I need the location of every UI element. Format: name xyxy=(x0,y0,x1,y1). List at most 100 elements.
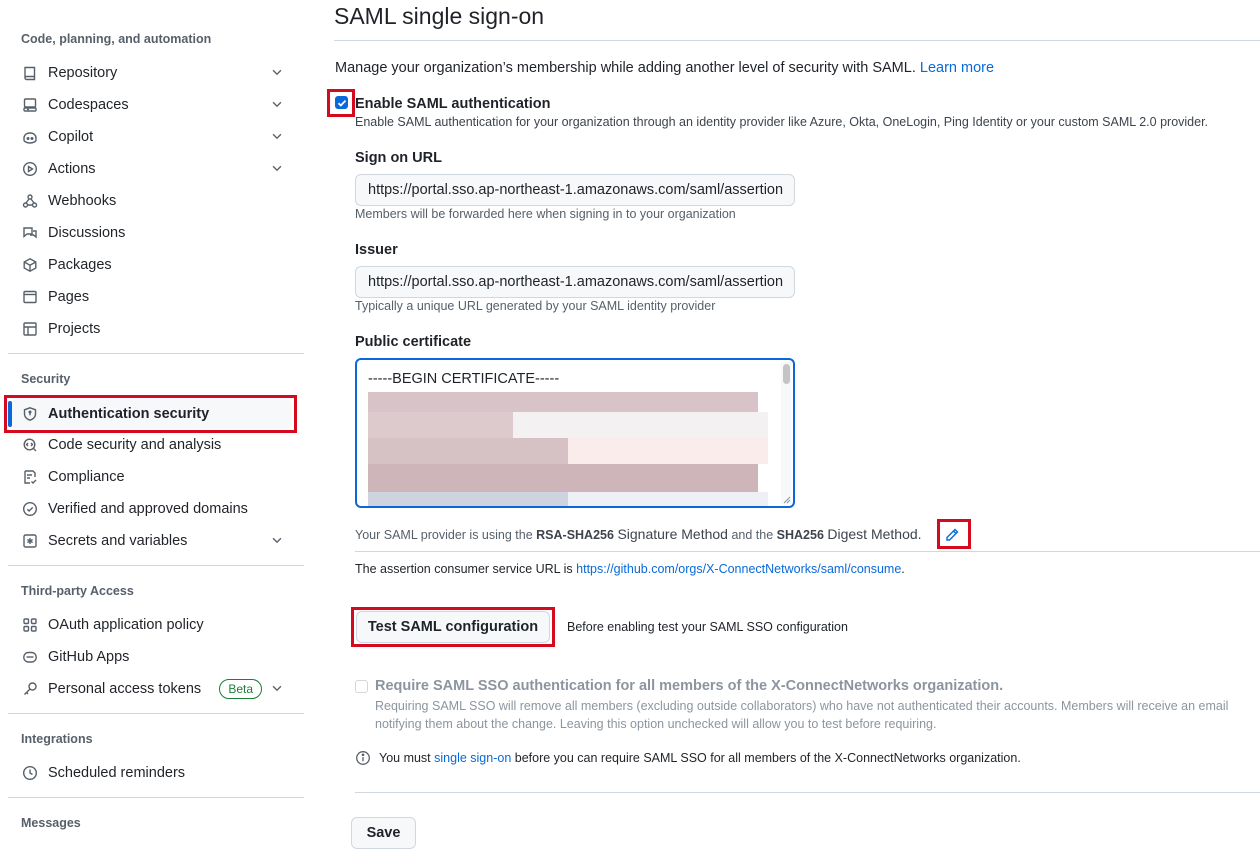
issuer-label: Issuer xyxy=(355,242,398,258)
sidebar-divider xyxy=(8,565,304,566)
sidebar-divider xyxy=(8,353,304,354)
asterisk-icon xyxy=(22,533,38,549)
require-saml-description: Requiring SAML SSO will remove all membe… xyxy=(375,699,1229,731)
sidebar-item-webhooks[interactable]: Webhooks xyxy=(10,186,292,216)
enable-saml-label: Enable SAML authentication xyxy=(355,96,551,112)
sidebar-item-label: GitHub Apps xyxy=(48,649,130,665)
enable-saml-description: Enable SAML authentication for your orga… xyxy=(355,115,1209,129)
sidebar-item-discussions[interactable]: Discussions xyxy=(10,218,292,248)
signature-divider xyxy=(355,551,1260,552)
webhook-icon xyxy=(22,193,38,209)
chevron-down-icon[interactable] xyxy=(270,97,286,113)
single-sign-on-link[interactable]: single sign-on xyxy=(434,751,511,765)
sidebar-item-label: Codespaces xyxy=(48,97,129,113)
resize-handle-icon[interactable] xyxy=(781,494,791,504)
sidebar-item-label: Packages xyxy=(48,257,112,273)
sign-on-url-label: Sign on URL xyxy=(355,150,442,166)
apps-icon xyxy=(22,617,38,633)
public-certificate-textarea[interactable]: -----BEGIN CERTIFICATE----- xyxy=(355,358,795,508)
key-icon xyxy=(22,681,38,697)
sidebar-item-code-security[interactable]: Code security and analysis xyxy=(10,430,292,460)
sidebar-item-label: Webhooks xyxy=(48,193,117,209)
page-title: SAML single sign-on xyxy=(334,3,545,29)
signature-method-text: Your SAML provider is using the RSA-SHA2… xyxy=(355,526,922,542)
acs-url-text: The assertion consumer service URL is ht… xyxy=(355,562,905,576)
clock-icon xyxy=(22,765,38,781)
sidebar-item-scheduled-reminders[interactable]: Scheduled reminders xyxy=(10,758,292,788)
hubot-icon xyxy=(22,649,38,665)
checklist-icon xyxy=(22,469,38,485)
info-suffix: before you can require SAML SSO for all … xyxy=(514,751,1021,765)
sidebar-item-label: Pages xyxy=(48,289,90,305)
sidebar-item-personal-access-tokens[interactable]: Personal access tokens Beta xyxy=(10,674,292,704)
sidebar-item-label: Discussions xyxy=(48,225,126,241)
require-saml-checkbox[interactable] xyxy=(355,680,368,693)
acs-url-link[interactable]: https://github.com/orgs/X-ConnectNetwork… xyxy=(576,562,901,576)
chevron-down-icon[interactable] xyxy=(270,65,286,81)
codespaces-icon xyxy=(22,97,38,113)
digest-method-value: SHA256 xyxy=(776,528,824,542)
sidebar-divider xyxy=(8,713,304,714)
chevron-down-icon[interactable] xyxy=(270,129,286,145)
sidebar-item-label: Personal access tokens xyxy=(48,681,202,697)
chevron-down-icon[interactable] xyxy=(270,533,286,549)
issuer-input[interactable]: https://portal.sso.ap-northeast-1.amazon… xyxy=(355,266,795,298)
saml-settings-main: SAML single sign-on Manage your organiza… xyxy=(327,0,1260,854)
sidebar-item-label: Scheduled reminders xyxy=(48,765,186,781)
sidebar-item-label: Compliance xyxy=(48,469,125,485)
sidebar-item-label: Repository xyxy=(48,65,118,81)
save-button[interactable]: Save xyxy=(351,817,416,849)
issuer-note: Typically a unique URL generated by your… xyxy=(355,299,716,313)
bottom-divider xyxy=(355,792,1260,793)
sidebar-item-copilot[interactable]: Copilot xyxy=(10,122,292,152)
sidebar-item-packages[interactable]: Packages xyxy=(10,250,292,280)
browser-icon xyxy=(22,289,38,305)
sidebar-item-codespaces[interactable]: Codespaces xyxy=(10,90,292,120)
package-icon xyxy=(22,257,38,273)
sidebar-item-oauth-policy[interactable]: OAuth application policy xyxy=(10,610,292,640)
public-certificate-label: Public certificate xyxy=(355,334,472,350)
sidebar-item-label: Code security and analysis xyxy=(48,437,222,453)
chevron-down-icon[interactable] xyxy=(270,161,286,177)
group-title-security: Security xyxy=(21,372,71,386)
info-message: You must single sign-on before you can r… xyxy=(355,750,1021,766)
group-title-third-party: Third-party Access xyxy=(21,584,134,598)
sidebar-item-compliance[interactable]: Compliance xyxy=(10,462,292,492)
redacted-certificate-content xyxy=(368,392,768,506)
codescan-icon xyxy=(22,437,38,453)
sidebar-item-github-apps[interactable]: GitHub Apps xyxy=(10,642,292,672)
group-title-code: Code, planning, and automation xyxy=(21,32,212,46)
sidebar-item-verified-domains[interactable]: Verified and approved domains xyxy=(10,494,292,524)
sidebar-item-actions[interactable]: Actions xyxy=(10,154,292,184)
signature-and-the: and the xyxy=(731,528,774,542)
require-saml-label: Require SAML SSO authentication for all … xyxy=(375,678,1004,694)
info-prefix: You must xyxy=(379,751,431,765)
beta-badge: Beta xyxy=(219,679,262,699)
digest-method-label: Digest Method. xyxy=(827,526,922,542)
highlight-box-auth-security xyxy=(4,395,297,433)
intro-text: Manage your organization’s membership wh… xyxy=(335,60,994,76)
group-title-messages: Messages xyxy=(21,816,81,830)
sidebar-item-projects[interactable]: Projects xyxy=(10,314,292,344)
comment-discussion-icon xyxy=(22,225,38,241)
textarea-scrollbar[interactable] xyxy=(781,362,791,504)
group-title-integrations: Integrations xyxy=(21,732,93,746)
signature-method-label: Signature Method xyxy=(617,526,728,542)
learn-more-link[interactable]: Learn more xyxy=(920,60,994,76)
sidebar-item-repository[interactable]: Repository xyxy=(10,58,292,88)
chevron-down-icon[interactable] xyxy=(270,681,286,697)
settings-sidebar: Code, planning, and automation Repositor… xyxy=(0,0,310,854)
copilot-icon xyxy=(22,129,38,145)
sign-on-url-input[interactable]: https://portal.sso.ap-northeast-1.amazon… xyxy=(355,174,795,206)
sidebar-item-label: Secrets and variables xyxy=(48,533,188,549)
acs-prefix: The assertion consumer service URL is xyxy=(355,562,573,576)
sidebar-divider xyxy=(8,797,304,798)
table-icon xyxy=(22,321,38,337)
repo-icon xyxy=(22,65,38,81)
sidebar-item-secrets[interactable]: Secrets and variables xyxy=(10,526,292,556)
sidebar-item-pages[interactable]: Pages xyxy=(10,282,292,312)
verified-icon xyxy=(22,501,38,517)
play-icon xyxy=(22,161,38,177)
highlight-box-enable-checkbox xyxy=(327,89,355,117)
intro-label: Manage your organization’s membership wh… xyxy=(335,60,916,76)
